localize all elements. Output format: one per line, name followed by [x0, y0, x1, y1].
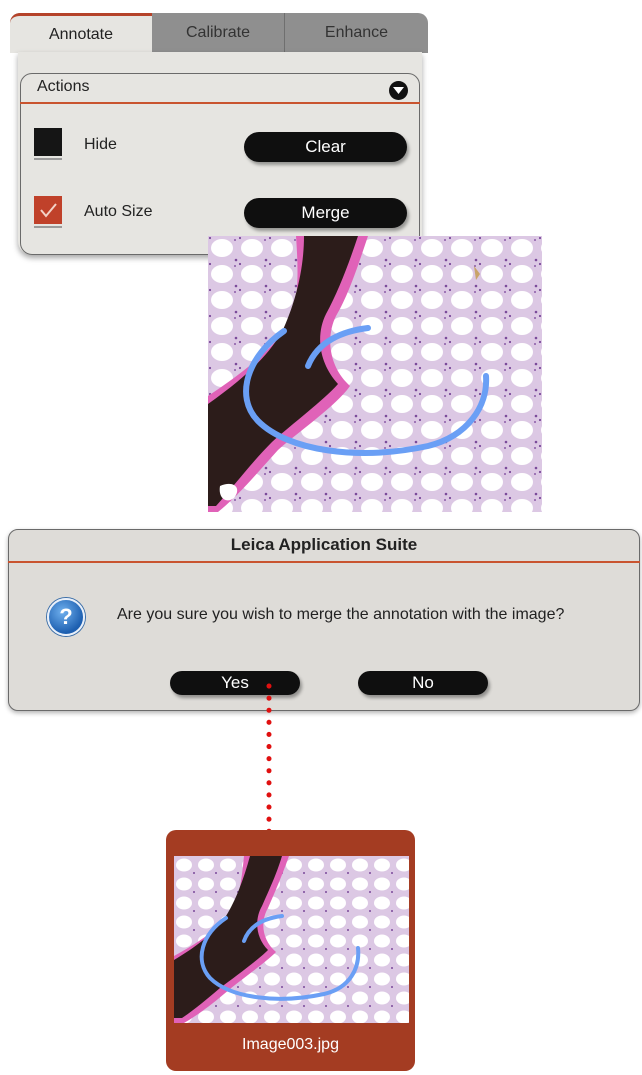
no-button[interactable]: No — [358, 671, 488, 695]
tab-calibrate-label: Calibrate — [185, 24, 251, 41]
auto-size-checkbox[interactable] — [34, 196, 62, 224]
merged-image-preview — [174, 856, 409, 1023]
check-icon — [40, 203, 57, 218]
merge-button[interactable]: Merge — [244, 198, 407, 228]
hide-checkbox-underline — [34, 158, 62, 160]
actions-header: Actions — [20, 74, 420, 104]
dialog-message: Are you sure you wish to merge the annot… — [117, 606, 565, 623]
yes-button-label: Yes — [221, 673, 249, 692]
thumbnail-caption: Image003.jpg — [166, 1030, 415, 1060]
actions-title: Actions — [37, 78, 90, 95]
thumbnail-filename: Image003.jpg — [242, 1036, 339, 1053]
histology-image — [208, 236, 542, 512]
merge-button-label: Merge — [301, 203, 350, 222]
hide-label: Hide — [84, 136, 117, 153]
tab-annotate-active-label: Annotate — [48, 25, 114, 43]
auto-size-checkbox-underline — [34, 226, 62, 228]
auto-size-label: Auto Size — [84, 203, 153, 220]
hide-checkbox[interactable] — [34, 128, 62, 156]
tab-calibrate[interactable]: Calibrate — [152, 13, 285, 53]
collapse-chevron-icon[interactable] — [389, 81, 408, 100]
question-icon: ? — [47, 598, 85, 636]
dialog-title: Leica Application Suite — [8, 529, 640, 563]
dialog-title-text: Leica Application Suite — [230, 535, 418, 554]
no-button-label: No — [412, 673, 434, 692]
tab-enhance[interactable]: Enhance — [285, 13, 428, 53]
clear-button-label: Clear — [305, 137, 346, 156]
clear-button[interactable]: Clear — [244, 132, 407, 162]
tab-enhance-label: Enhance — [324, 24, 389, 41]
tab-annotate-active[interactable]: Annotate — [10, 13, 152, 53]
